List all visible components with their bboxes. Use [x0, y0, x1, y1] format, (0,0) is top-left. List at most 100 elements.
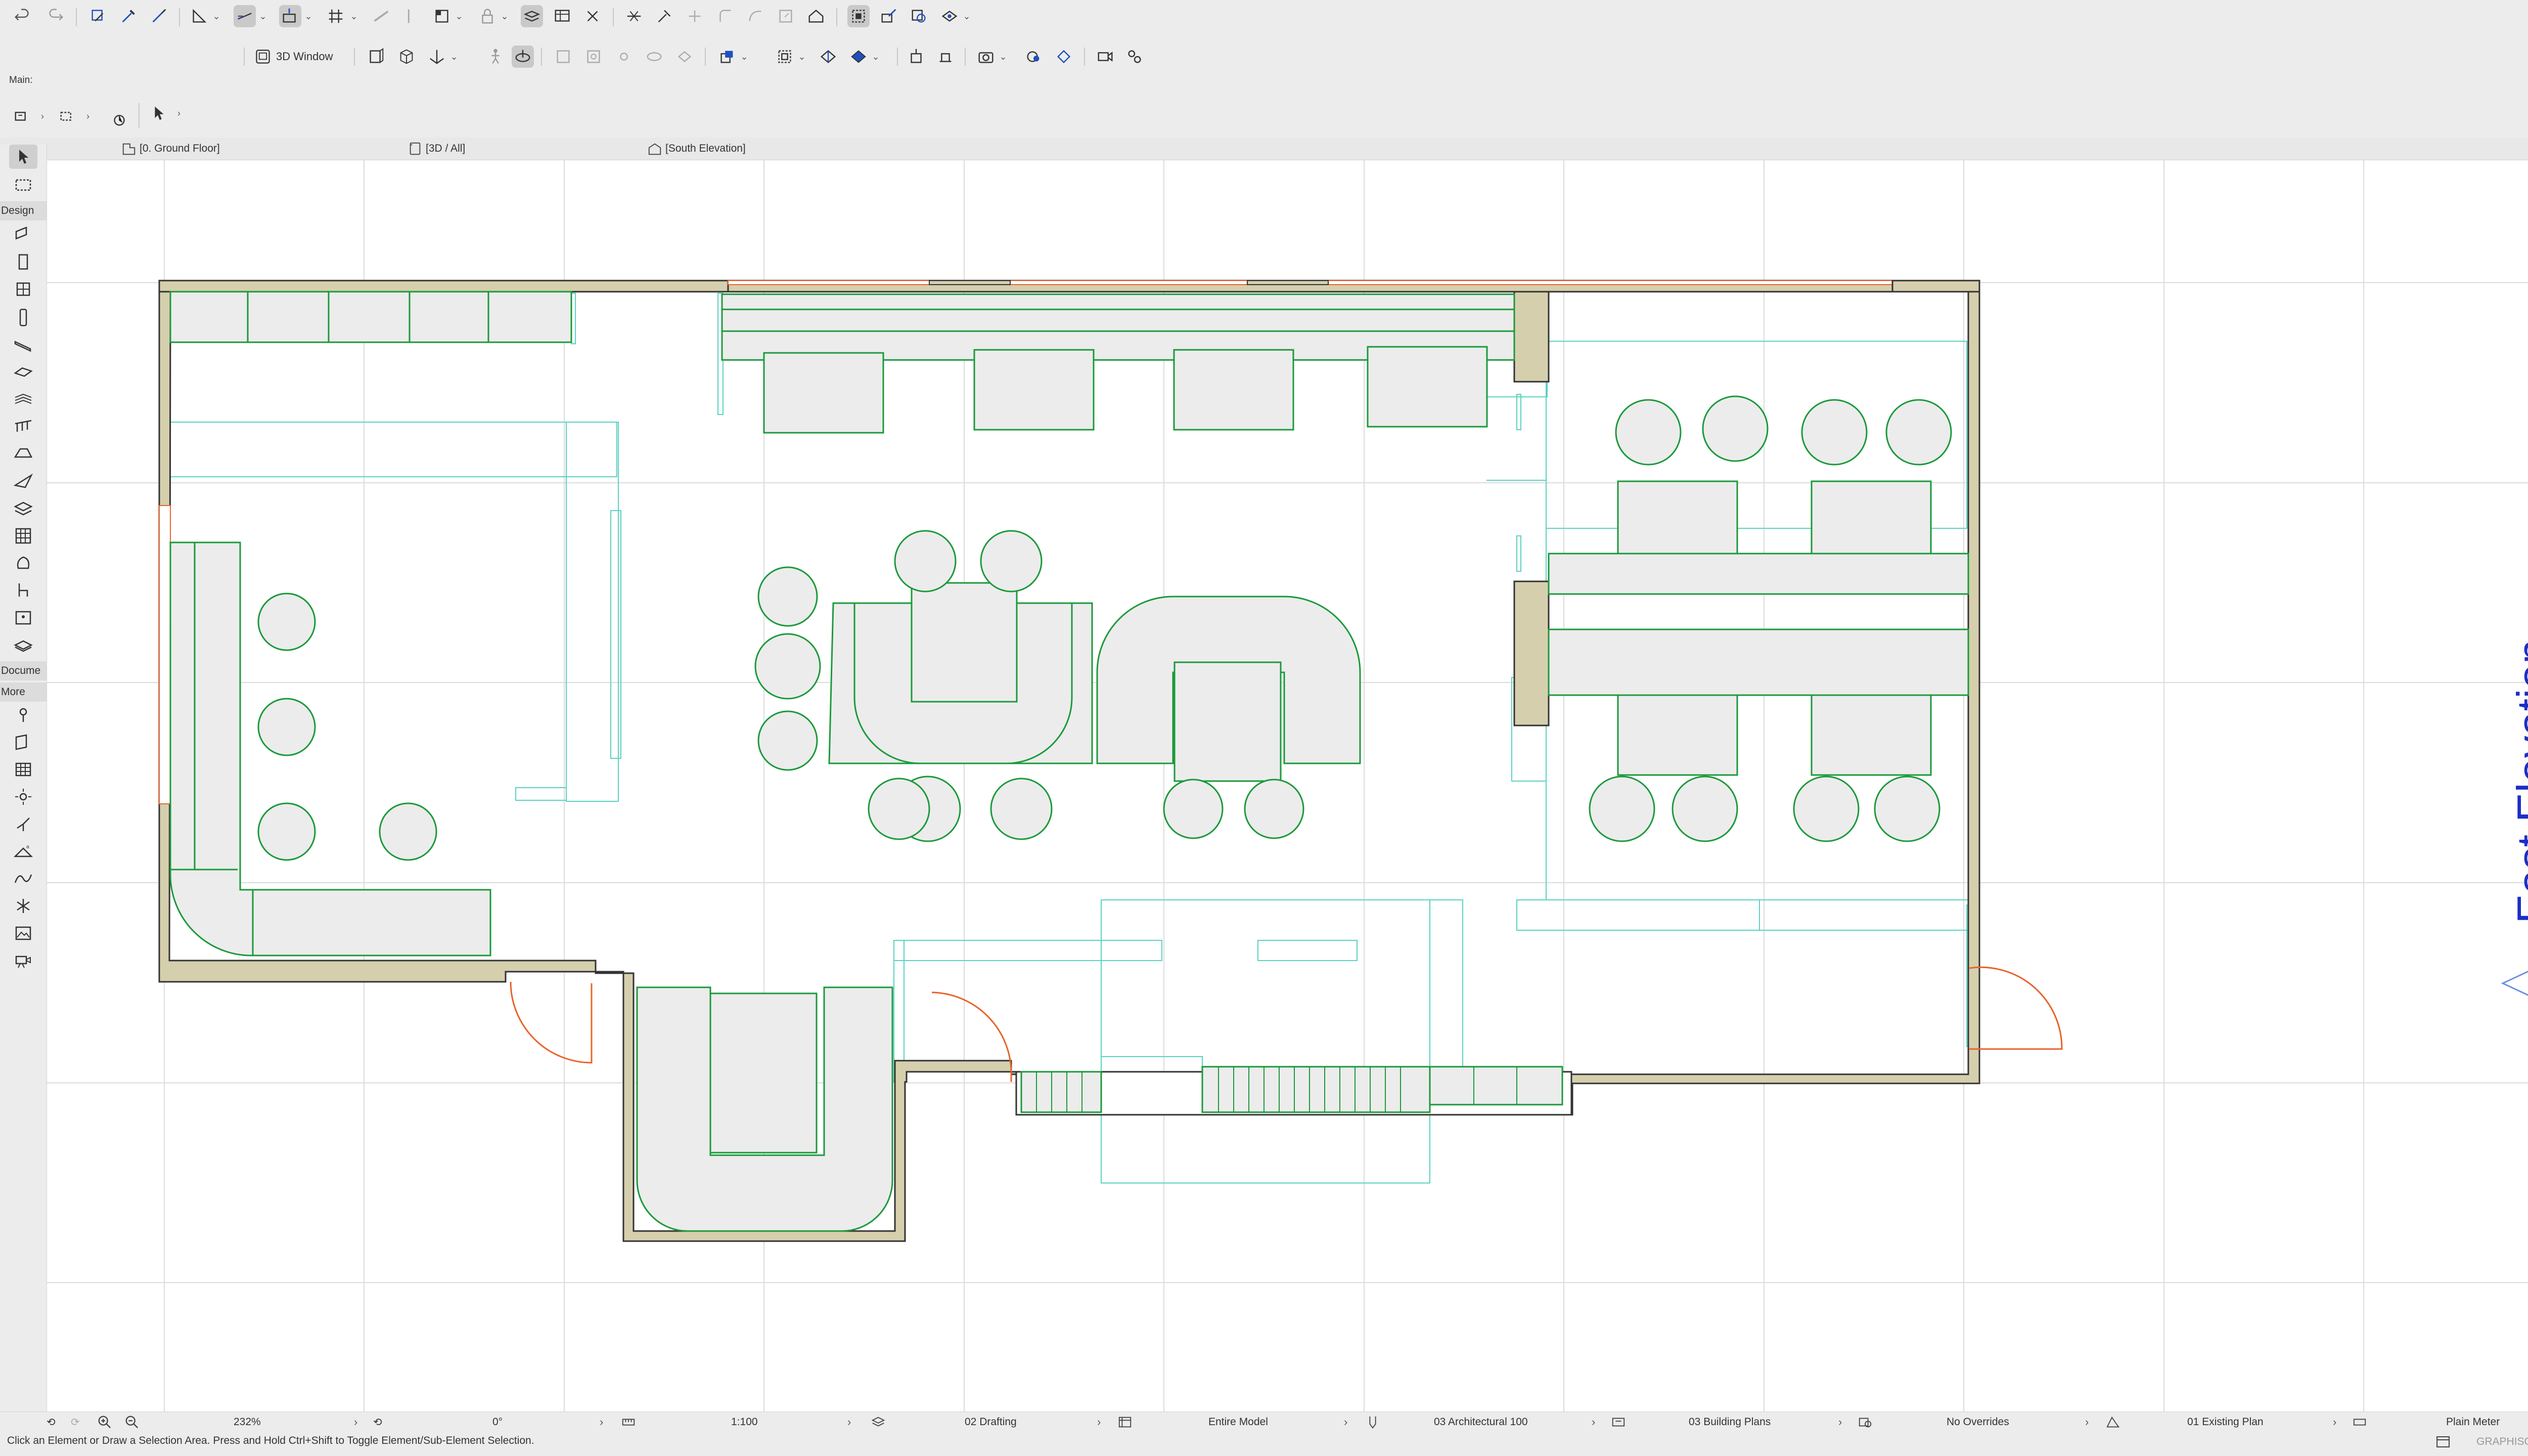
orbit-icon[interactable]: [512, 46, 534, 68]
shell-tool[interactable]: [9, 469, 37, 493]
curtain-wall-tool[interactable]: [9, 524, 37, 548]
lock-icon[interactable]: [476, 5, 499, 27]
zoom-in-icon[interactable]: [97, 1412, 112, 1432]
elevation-marker-label[interactable]: East Elevation: [2508, 639, 2528, 924]
skylight-tool[interactable]: [9, 730, 37, 754]
chevron-right-icon[interactable]: ›: [2333, 1412, 2336, 1432]
tab-south-elevation[interactable]: [South Elevation]: [647, 138, 746, 160]
grid-tool[interactable]: [9, 757, 37, 782]
tab-3d-all[interactable]: [3D / All]: [408, 138, 465, 160]
gravity-icon[interactable]: [279, 5, 301, 27]
camera-icon[interactable]: [975, 46, 997, 68]
element-id-icon[interactable]: [11, 105, 33, 127]
chevron-right-icon[interactable]: ›: [1838, 1412, 1842, 1432]
cutting-planes-icon[interactable]: [817, 46, 839, 68]
chevron-down-icon[interactable]: ⌄: [798, 46, 806, 68]
tab-ground-floor[interactable]: [0. Ground Floor]: [121, 138, 220, 160]
3d-style-icon[interactable]: [716, 46, 738, 68]
lamp-tool[interactable]: [9, 785, 37, 809]
chevron-down-icon[interactable]: ⌄: [350, 5, 358, 27]
window-icon[interactable]: [2435, 1434, 2451, 1452]
snap-guides-icon[interactable]: [234, 5, 256, 27]
eyedropper-icon[interactable]: [117, 5, 140, 27]
chevron-down-icon[interactable]: ⌄: [740, 46, 748, 68]
hotlink-tool[interactable]: [9, 894, 37, 918]
level-dimension-tool[interactable]: a: [9, 839, 37, 863]
layer-settings-icon[interactable]: [521, 5, 543, 27]
chevron-down-icon[interactable]: ⌄: [212, 5, 220, 27]
window-tool[interactable]: [9, 277, 37, 301]
3d-cutaway-display-icon[interactable]: [847, 46, 870, 68]
selection-method-icon[interactable]: [57, 105, 79, 127]
filter-cut-icon[interactable]: [774, 46, 796, 68]
chevron-right-icon[interactable]: ›: [175, 102, 183, 124]
chevron-down-icon[interactable]: ⌄: [963, 5, 971, 27]
roof-tool[interactable]: [9, 442, 37, 466]
door-tool[interactable]: [9, 250, 37, 274]
chevron-right-icon[interactable]: ›: [1344, 1412, 1347, 1432]
rotate-view-icon[interactable]: ⟲: [373, 1412, 382, 1432]
split-icon[interactable]: [623, 5, 645, 27]
mesh-tool[interactable]: [9, 633, 37, 657]
fit-icon[interactable]: [582, 46, 605, 68]
beam-tool[interactable]: [9, 333, 37, 357]
chevron-down-icon[interactable]: ⌄: [450, 46, 458, 68]
chevron-right-icon[interactable]: ›: [84, 105, 92, 127]
undo-icon[interactable]: [11, 5, 33, 27]
pen-set-value[interactable]: 03 Architectural 100: [1434, 1412, 1528, 1432]
zoom-value[interactable]: 232%: [234, 1412, 261, 1432]
video-camera-icon[interactable]: [1094, 46, 1116, 68]
scale-value[interactable]: 1:100: [731, 1412, 758, 1432]
roof-icon[interactable]: [805, 5, 827, 27]
collaboration-icon[interactable]: [1123, 46, 1146, 68]
hotspot-tool[interactable]: [9, 703, 37, 727]
navigation-icon[interactable]: [426, 46, 448, 68]
chevron-right-icon[interactable]: ›: [600, 1412, 603, 1432]
zone-tool[interactable]: [9, 606, 37, 630]
trace-icon[interactable]: [370, 5, 392, 27]
pet-palette-icon[interactable]: [87, 5, 109, 27]
grid-snap-icon[interactable]: [325, 5, 347, 27]
slab-tool[interactable]: [9, 360, 37, 384]
contours-icon[interactable]: [643, 46, 665, 68]
renovation-value[interactable]: 01 Existing Plan: [2187, 1412, 2264, 1432]
cursor-snap-icon[interactable]: [400, 5, 423, 27]
elevation-tool-icon[interactable]: [905, 46, 927, 68]
adjust-icon[interactable]: [653, 5, 675, 27]
chevron-down-icon[interactable]: ⌄: [455, 5, 463, 27]
bimx-icon[interactable]: [1053, 46, 1075, 68]
chevron-down-icon[interactable]: ⌄: [304, 5, 312, 27]
undo-view-icon[interactable]: ⟲: [47, 1412, 56, 1432]
column-tool[interactable]: [9, 305, 37, 330]
sun-icon[interactable]: [613, 46, 635, 68]
zoom-out-icon[interactable]: [124, 1412, 140, 1432]
rotate-icon[interactable]: [108, 108, 130, 130]
suspend-groups-icon[interactable]: [431, 5, 453, 27]
fillet-icon[interactable]: [714, 5, 736, 27]
3d-cutaway-icon[interactable]: [908, 5, 930, 27]
elevation-marker-icon[interactable]: [2501, 956, 2528, 1011]
floor-plan-canvas[interactable]: East Elevation: [47, 160, 2528, 1412]
chevron-right-icon[interactable]: ›: [1097, 1412, 1101, 1432]
render-settings-icon[interactable]: [1022, 46, 1045, 68]
shading-icon[interactable]: [673, 46, 696, 68]
chevron-down-icon[interactable]: ⌄: [501, 5, 509, 27]
morph-tool[interactable]: [9, 551, 37, 575]
graphic-override-value[interactable]: No Overrides: [1947, 1412, 2009, 1432]
camera-tool[interactable]: [9, 948, 37, 973]
angle-value[interactable]: 0°: [492, 1412, 503, 1432]
stair-tool[interactable]: [9, 387, 37, 412]
render-icon[interactable]: [938, 5, 961, 27]
syringe-icon[interactable]: [148, 5, 170, 27]
model-view-value[interactable]: Entire Model: [1208, 1412, 1268, 1432]
chevron-right-icon[interactable]: ›: [847, 1412, 851, 1432]
chevron-right-icon[interactable]: ›: [354, 1412, 357, 1432]
walk-icon[interactable]: [484, 46, 507, 68]
3d-window-button[interactable]: 3D Window: [254, 46, 333, 68]
guide-lines-icon[interactable]: [188, 5, 210, 27]
curve-icon[interactable]: [744, 5, 766, 27]
spline-tool[interactable]: [9, 867, 37, 891]
railing-tool[interactable]: [9, 415, 37, 439]
chevron-right-icon[interactable]: ›: [1592, 1412, 1595, 1432]
dimension-value[interactable]: Plain Meter: [2446, 1412, 2500, 1432]
